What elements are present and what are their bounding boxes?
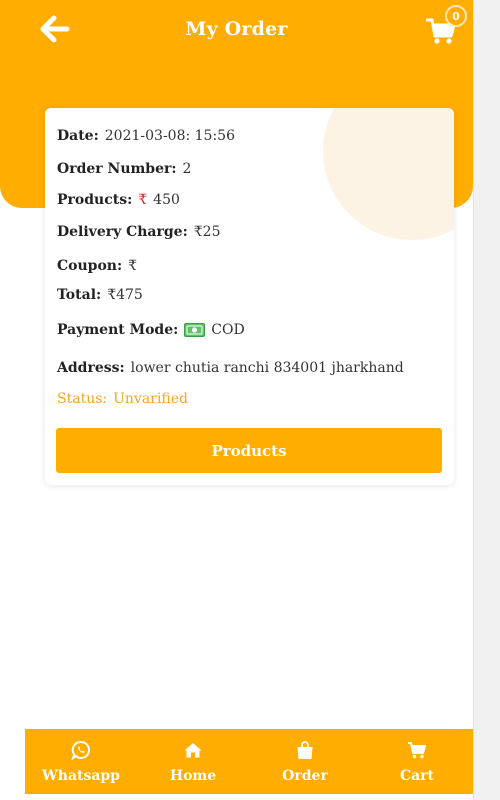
order-card: Date: 2021-03-08: 15:56 Order Number: 2 …: [45, 108, 454, 485]
order-date-row: Date: 2021-03-08: 15:56: [57, 128, 235, 144]
home-icon: [184, 742, 202, 757]
app-header: My Order 0: [0, 0, 473, 59]
address-row: Address: lower chutia ranchi 834001 jhar…: [57, 360, 404, 376]
arrow-left-icon: [40, 15, 70, 43]
status-label: Status:: [57, 391, 108, 407]
bottom-navigation: Whatsapp Home Order Cart: [25, 729, 473, 794]
delivery-charge-value: ₹25: [193, 224, 221, 240]
status-row: Status: Unvarified: [57, 391, 188, 407]
payment-mode-value: COD: [211, 322, 245, 338]
nav-item-order[interactable]: Order: [249, 729, 361, 794]
products-amount-row: Products: ₹ 450: [57, 192, 180, 208]
products-label: Products:: [57, 192, 133, 208]
products-amount-value: 450: [153, 192, 180, 208]
products-button[interactable]: Products: [56, 428, 442, 473]
delivery-charge-label: Delivery Charge:: [57, 224, 188, 240]
total-label: Total:: [57, 287, 102, 303]
delivery-charge-row: Delivery Charge: ₹25: [57, 224, 220, 240]
nav-label-order: Order: [282, 767, 328, 784]
header-cart-button[interactable]: 0: [424, 5, 467, 46]
address-value: lower chutia ranchi 834001 jharkhand: [130, 360, 404, 376]
order-number-value: 2: [182, 161, 192, 177]
scrollbar[interactable]: [473, 0, 500, 800]
cart-count-badge: 0: [445, 5, 467, 27]
nav-label-home: Home: [169, 767, 217, 784]
total-row: Total: ₹475: [57, 287, 143, 303]
page-title: My Order: [185, 18, 288, 40]
nav-label-whatsapp: Whatsapp: [42, 767, 120, 784]
rupee-icon: ₹: [138, 192, 148, 208]
nav-label-cart: Cart: [399, 767, 435, 784]
status-value: Unvarified: [113, 391, 188, 407]
total-value: ₹475: [107, 287, 143, 303]
nav-item-whatsapp[interactable]: Whatsapp: [25, 729, 137, 794]
whatsapp-icon: [71, 740, 90, 760]
date-value: 2021-03-08: 15:56: [104, 128, 235, 144]
order-number-label: Order Number:: [57, 161, 177, 177]
cart-icon: [408, 741, 426, 758]
app-screen: My Order 0 Date: 2021-03-08: 15:56 Order…: [0, 0, 473, 800]
order-number-row: Order Number: 2: [57, 161, 191, 177]
back-button[interactable]: [40, 15, 72, 43]
nav-item-cart[interactable]: Cart: [361, 729, 473, 794]
payment-mode-label: Payment Mode:: [57, 322, 179, 338]
shopping-bag-icon: [297, 740, 313, 759]
coupon-row: Coupon: ₹: [57, 258, 137, 274]
date-label: Date:: [57, 128, 99, 144]
cash-icon: [184, 323, 206, 337]
nav-item-home[interactable]: Home: [137, 729, 249, 794]
decorative-circle: [323, 108, 454, 240]
address-label: Address:: [57, 360, 125, 376]
coupon-value: ₹: [128, 258, 138, 274]
payment-mode-row: Payment Mode: COD: [57, 322, 245, 338]
coupon-label: Coupon:: [57, 258, 123, 274]
